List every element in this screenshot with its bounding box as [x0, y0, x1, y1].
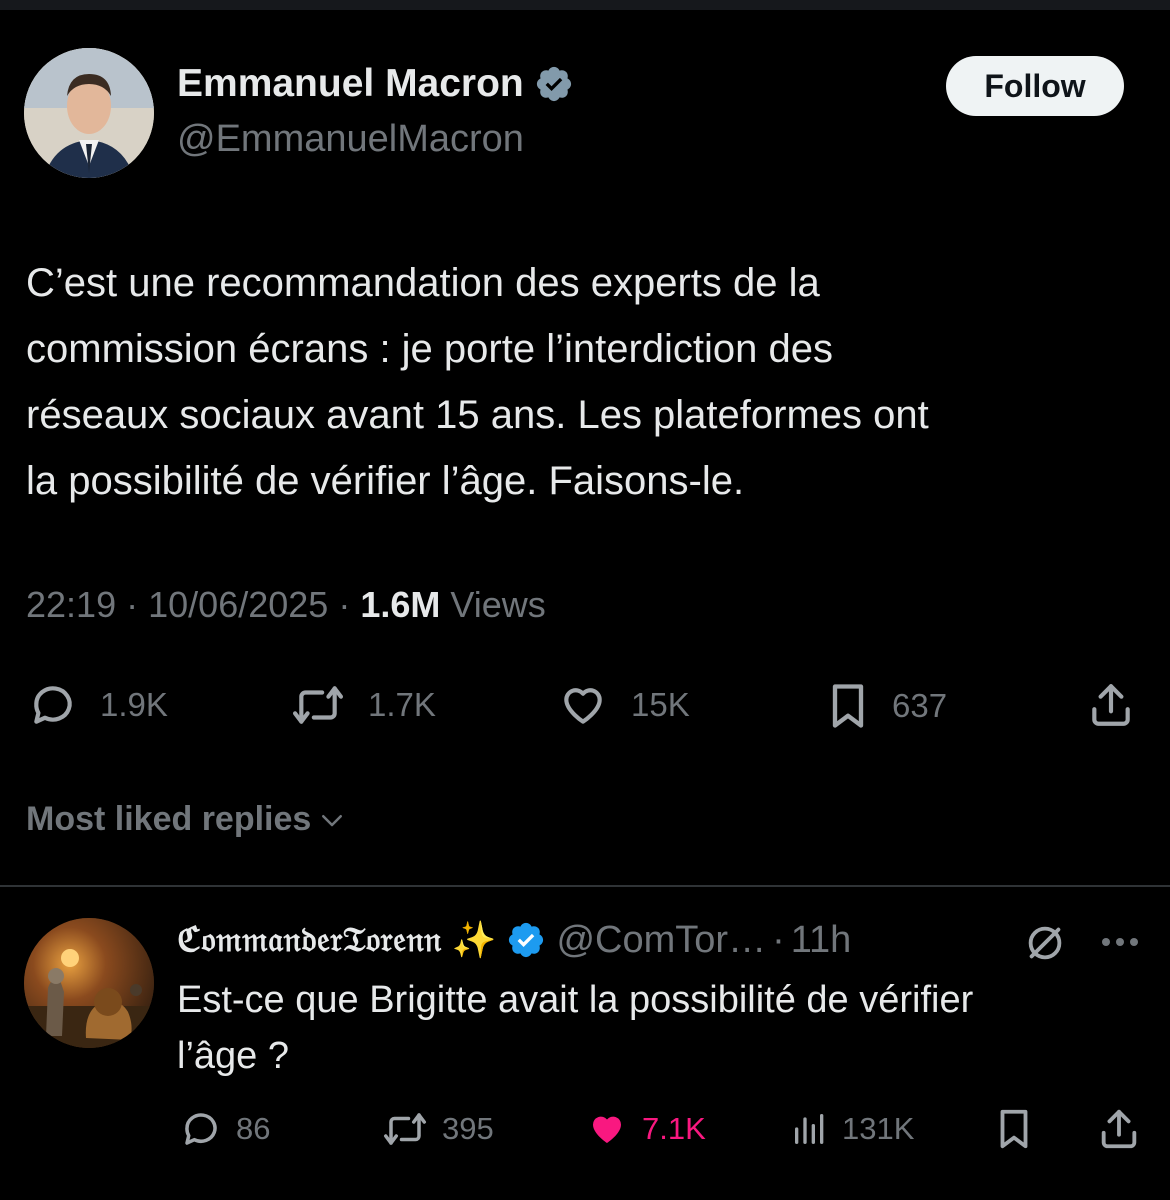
reply-separator: · — [772, 918, 785, 961]
reply-like-count: 7.1K — [642, 1111, 706, 1146]
reply-author-avatar[interactable] — [24, 918, 154, 1048]
tweet-text-line: C’est une recommandation des experts de … — [26, 261, 820, 305]
meta-separator: · — [126, 584, 139, 625]
reply-reply-count: 86 — [236, 1111, 271, 1146]
tweet-time[interactable]: 22:19 — [26, 584, 116, 625]
bookmark-count: 637 — [892, 687, 948, 724]
author-handle[interactable]: @EmmanuelMacron — [177, 118, 524, 161]
reply-icon — [34, 686, 72, 724]
reply-views-count: 131K — [842, 1111, 915, 1146]
reply-reply-button[interactable]: 86 — [178, 1108, 270, 1150]
reply-share-button[interactable] — [1096, 1106, 1142, 1152]
reply-author-handle[interactable]: @ComTor… — [556, 919, 766, 962]
replies-sort-label: Most liked replies — [26, 800, 312, 838]
reply-text-line: Est-ce que Brigitte avait la possibilité… — [177, 979, 974, 1021]
grok-button[interactable] — [1022, 920, 1068, 971]
follow-button[interactable]: Follow — [946, 56, 1124, 116]
reply-repost-button[interactable]: 395 — [380, 1108, 494, 1150]
reply-like-button[interactable]: 7.1K — [584, 1108, 706, 1150]
reply-views-button[interactable]: 131K — [790, 1108, 914, 1150]
repost-icon — [293, 686, 343, 724]
repost-count: 1.7K — [368, 686, 436, 723]
share-icon — [1101, 1109, 1137, 1149]
reply-icon — [185, 1113, 217, 1145]
like-button[interactable]: 15K — [555, 680, 690, 730]
heart-icon — [564, 688, 602, 724]
verified-blue-icon — [509, 922, 544, 958]
avatar-image — [24, 48, 154, 178]
chevron-down-icon — [322, 814, 343, 826]
divider — [0, 885, 1170, 887]
views-label: Views — [450, 584, 546, 625]
more-icon — [1102, 938, 1138, 946]
more-options-button[interactable] — [1096, 922, 1144, 967]
bookmark-button[interactable]: 637 — [824, 680, 947, 732]
like-count: 15K — [631, 686, 690, 723]
author-avatar[interactable] — [24, 48, 154, 178]
views-icon — [795, 1114, 824, 1144]
bookmark-icon — [1000, 1109, 1028, 1149]
heart-filled-icon — [592, 1116, 622, 1143]
avatar-image — [24, 918, 154, 1048]
reply-count: 1.9K — [100, 686, 168, 723]
tweet-date[interactable]: 10/06/2025 — [148, 584, 328, 625]
reply-button[interactable]: 1.9K — [26, 680, 168, 730]
author-name[interactable]: Emmanuel Macron — [177, 62, 524, 106]
repost-button[interactable]: 1.7K — [288, 680, 436, 730]
views-count[interactable]: 1.6M — [360, 584, 440, 625]
tweet-text-line: réseaux sociaux avant 15 ans. Les platef… — [26, 393, 929, 437]
sparkles-emoji: ✨ — [451, 919, 497, 960]
reply-author-name[interactable]: ℭ𝔬𝔪𝔪𝔞𝔫𝔡𝔢𝔯𝔗𝔬𝔯𝔢𝔫𝔫 — [177, 920, 442, 960]
tweet-text-line: la possibilité de vérifier l’âge. Faison… — [26, 459, 745, 503]
author-name-row[interactable]: Emmanuel Macron — [177, 62, 574, 106]
meta-separator: · — [338, 584, 351, 625]
tweet-text-line: commission écrans : je porte l’interdict… — [26, 327, 834, 371]
verified-gray-icon — [536, 66, 571, 102]
reply-bookmark-button[interactable] — [994, 1106, 1034, 1152]
reply-repost-count: 395 — [442, 1111, 494, 1146]
bookmark-icon — [832, 684, 864, 728]
replies-sort-dropdown[interactable]: Most liked replies — [26, 800, 349, 839]
tweet-text: C’est une recommandation des experts de … — [26, 250, 1146, 514]
repost-icon — [384, 1113, 426, 1145]
reply-header: ℭ𝔬𝔪𝔪𝔞𝔫𝔡𝔢𝔯𝔗𝔬𝔯𝔢𝔫𝔫 ✨ @ComTor… · 11h — [177, 914, 851, 966]
reply-text-line: l’âge ? — [177, 1035, 289, 1077]
tweet-meta: 22:19 · 10/06/2025 · 1.6M Views — [26, 584, 546, 626]
share-icon — [1092, 684, 1130, 726]
reply-text: Est-ce que Brigitte avait la possibilité… — [177, 972, 1137, 1084]
share-button[interactable] — [1084, 680, 1138, 730]
grok-icon — [1028, 926, 1062, 960]
reply-time[interactable]: 11h — [791, 919, 852, 962]
top-strip — [0, 0, 1170, 10]
